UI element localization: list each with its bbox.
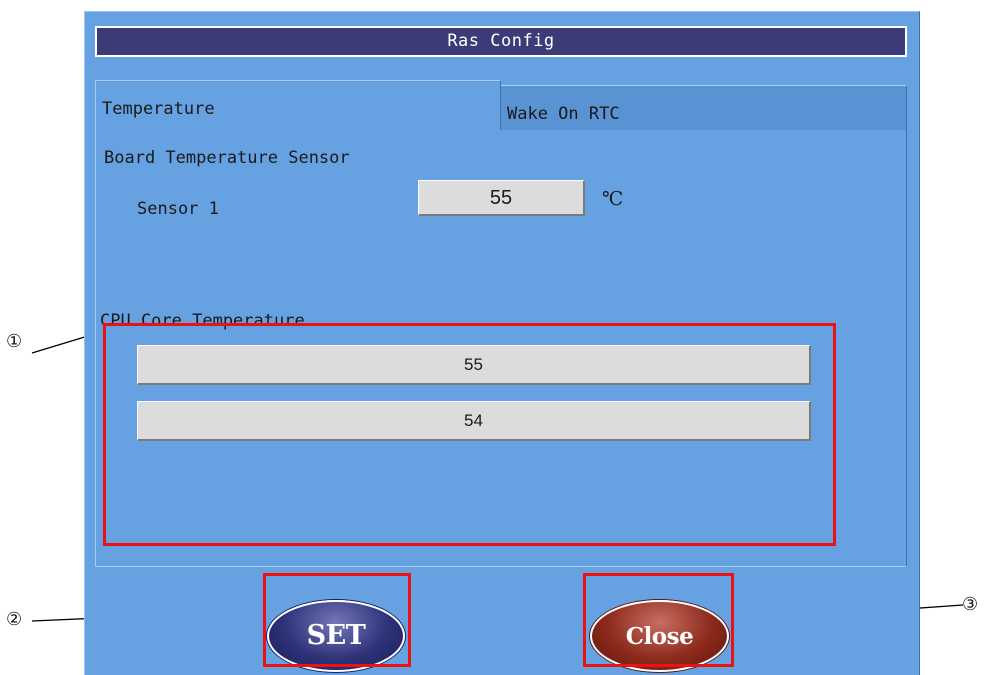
close-button-highlight-box [583, 573, 734, 667]
cpu-core-highlight-box [103, 323, 836, 546]
callout-3: ③ [962, 594, 979, 615]
board-temperature-sensor-label: Board Temperature Sensor [104, 148, 350, 168]
tab-temperature[interactable]: Temperature [95, 80, 501, 130]
window-title: Ras Config [95, 26, 907, 57]
callout-1: ① [6, 331, 23, 352]
sensor-1-label: Sensor 1 [137, 199, 219, 219]
sensor-1-value: 55 [418, 180, 585, 216]
temperature-unit: ℃ [602, 188, 624, 210]
set-button-highlight-box [263, 573, 411, 667]
tab-wake-on-rtc[interactable]: Wake On RTC [501, 85, 907, 130]
callout-2: ② [6, 609, 23, 630]
